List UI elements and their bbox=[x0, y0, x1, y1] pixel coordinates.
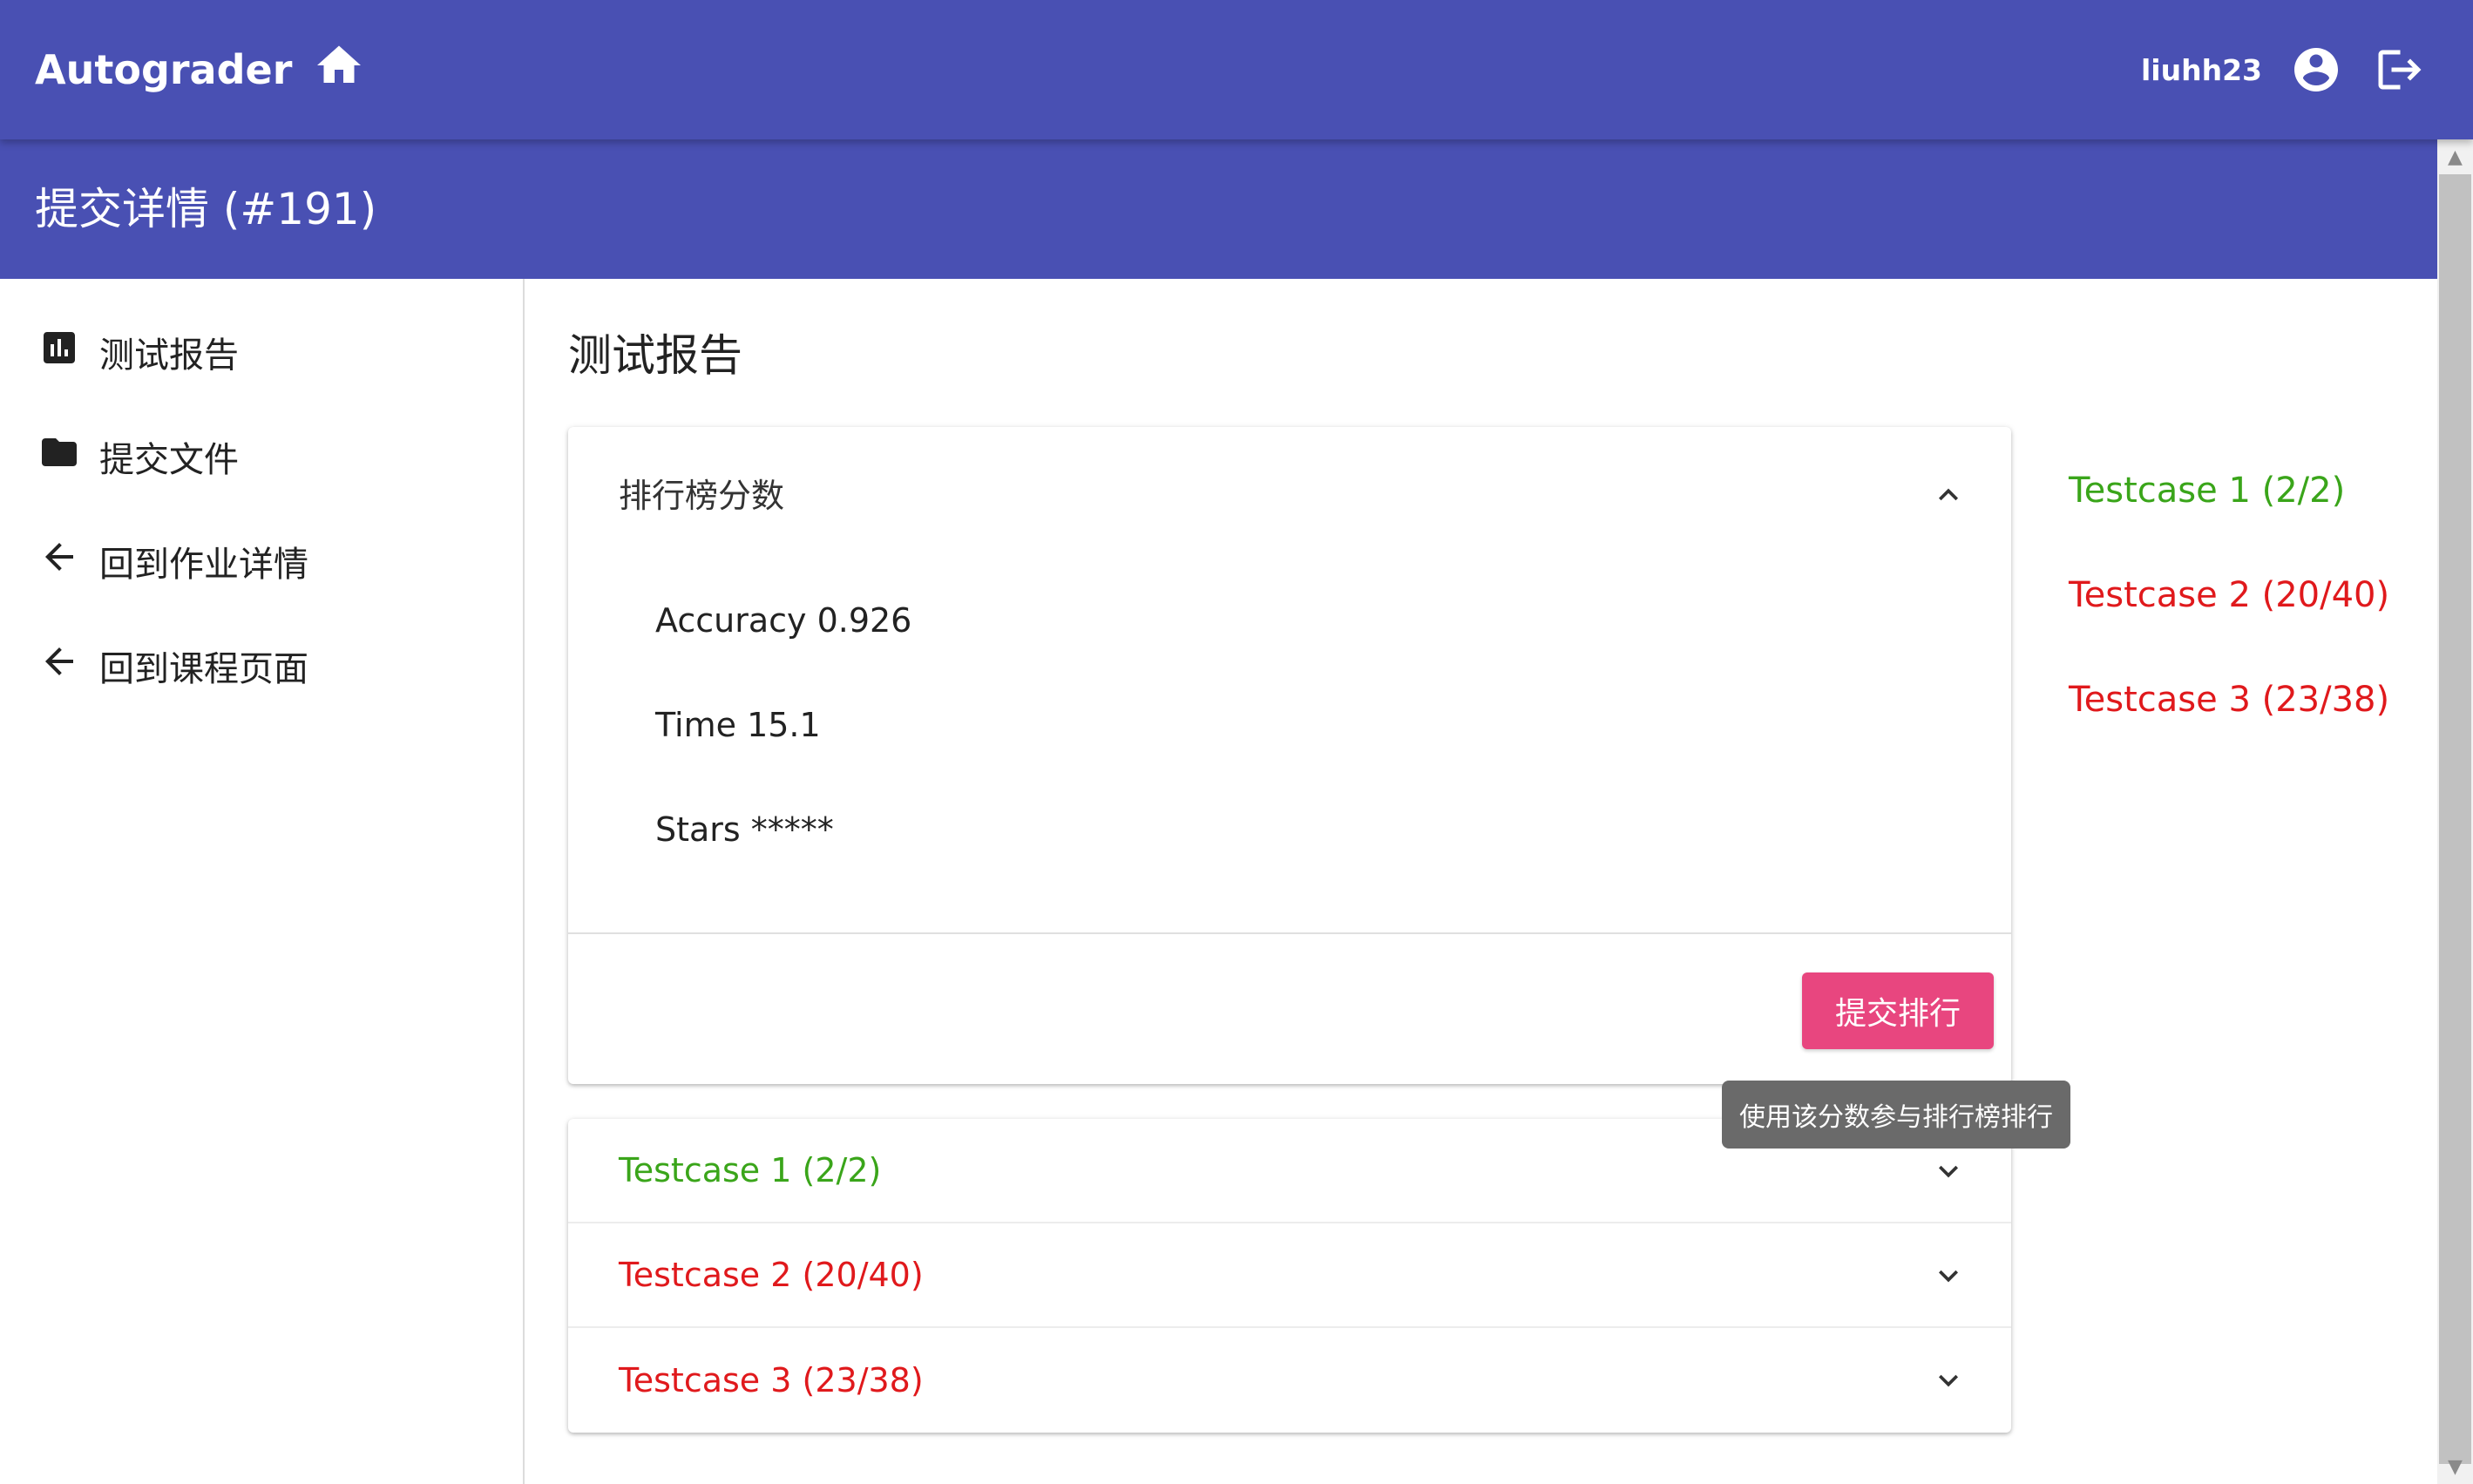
submit-ranking-tooltip: 使用该分数参与排行榜排行 bbox=[1722, 1081, 2070, 1149]
scroll-up-arrow-icon[interactable]: ▲ bbox=[2437, 141, 2473, 173]
testcase-label: Testcase 1 (2/2) bbox=[619, 1151, 882, 1189]
chevron-down-icon[interactable] bbox=[1929, 1257, 1968, 1295]
sidebar-item-label: 回到作业详情 bbox=[99, 545, 308, 585]
testcase-label: Testcase 2 (20/40) bbox=[619, 1256, 924, 1294]
toc-link-testcase-3[interactable]: Testcase 3 (23/38) bbox=[2069, 680, 2389, 720]
chevron-up-icon[interactable] bbox=[1929, 476, 1968, 514]
scroll-down-arrow-icon[interactable]: ▼ bbox=[2437, 1451, 2473, 1482]
sidebar-item-label: 回到课程页面 bbox=[99, 649, 308, 689]
section-title: 测试报告 bbox=[568, 330, 742, 381]
brand-title[interactable]: Autograder bbox=[35, 46, 292, 93]
page-title-bar: 提交详情 (#191) bbox=[0, 139, 2437, 279]
metric-accuracy: Accuracy 0.926 bbox=[655, 601, 912, 640]
sidebar-item-back-to-course[interactable]: 回到课程页面 bbox=[38, 638, 308, 694]
top-app-bar: Autograder liuhh23 bbox=[0, 0, 2473, 139]
chevron-down-icon[interactable] bbox=[1929, 1361, 1968, 1399]
account-circle-icon[interactable] bbox=[2288, 42, 2344, 98]
sidebar-item-label: 提交文件 bbox=[99, 440, 239, 480]
chevron-down-icon[interactable] bbox=[1929, 1152, 1968, 1190]
testcase-label: Testcase 3 (23/38) bbox=[619, 1361, 924, 1399]
logout-icon[interactable] bbox=[2370, 42, 2426, 98]
brand[interactable]: Autograder bbox=[35, 45, 365, 94]
toc-link-testcase-1[interactable]: Testcase 1 (2/2) bbox=[2069, 471, 2345, 511]
folder-icon bbox=[38, 431, 80, 482]
scroll-thumb[interactable] bbox=[2439, 174, 2471, 1464]
app-root: Autograder liuhh23 提交详情 (#191) ▲ ▼ 测试报告 … bbox=[0, 0, 2473, 1484]
username[interactable]: liuhh23 bbox=[2141, 53, 2262, 87]
sidebar-item-test-report[interactable]: 测试报告 bbox=[38, 324, 239, 380]
metric-time: Time 15.1 bbox=[655, 706, 821, 744]
testcase-accordion: Testcase 1 (2/2) Testcase 2 (20/40) Test… bbox=[568, 1119, 2011, 1433]
testcase-row-2[interactable]: Testcase 2 (20/40) bbox=[568, 1223, 2011, 1328]
metric-stars: Stars ***** bbox=[655, 810, 834, 849]
leaderboard-panel: 排行榜分数 Accuracy 0.926 Time 15.1 Stars ***… bbox=[568, 427, 2011, 1084]
arrow-back-icon bbox=[38, 536, 80, 586]
sidebar-item-submitted-files[interactable]: 提交文件 bbox=[38, 429, 239, 485]
main-content: 测试报告 排行榜分数 Accuracy 0.926 Time 15.1 Star… bbox=[526, 279, 2437, 1484]
sidebar-item-back-to-assignment[interactable]: 回到作业详情 bbox=[38, 533, 308, 589]
testcase-row-3[interactable]: Testcase 3 (23/38) bbox=[568, 1328, 2011, 1433]
submit-ranking-button[interactable]: 提交排行 bbox=[1802, 972, 1994, 1049]
sidebar: 测试报告 提交文件 回到作业详情 回到课程页面 bbox=[0, 279, 525, 1484]
user-area: liuhh23 bbox=[2141, 42, 2426, 98]
toc-link-testcase-2[interactable]: Testcase 2 (20/40) bbox=[2069, 575, 2389, 615]
bar-chart-icon bbox=[38, 327, 80, 377]
vertical-scrollbar[interactable]: ▲ ▼ bbox=[2437, 139, 2473, 1484]
page-title: 提交详情 (#191) bbox=[35, 184, 377, 234]
leaderboard-header[interactable]: 排行榜分数 bbox=[619, 469, 784, 517]
home-icon[interactable] bbox=[313, 39, 365, 101]
divider bbox=[568, 932, 2011, 934]
sidebar-item-label: 测试报告 bbox=[99, 335, 239, 376]
arrow-back-icon bbox=[38, 640, 80, 691]
